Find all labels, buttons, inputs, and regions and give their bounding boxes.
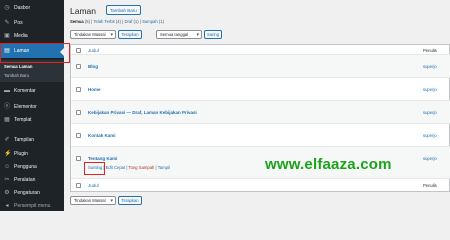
- menu-label: Pengguna: [14, 164, 37, 170]
- menu-item-media[interactable]: ▣ Media: [0, 30, 64, 42]
- pages-table: Judul Penulis Blog superjo Home superjo …: [70, 44, 450, 192]
- menu-label: Komentar: [14, 88, 36, 94]
- elementor-icon: ⓔ: [4, 104, 11, 110]
- pages-submenu: Semua Laman Tambah Baru: [0, 60, 64, 82]
- column-title-header[interactable]: Judul: [88, 48, 99, 53]
- menu-label: Media: [14, 33, 28, 39]
- plugins-icon: ⚡: [4, 151, 12, 157]
- add-new-button[interactable]: Tambah Baru: [106, 5, 141, 15]
- main-content: Laman Tambah Baru Semua (5) | Telah Terb…: [64, 0, 450, 211]
- table-footer-row: Judul Penulis: [71, 179, 450, 192]
- filter-trash[interactable]: Sampah: [142, 19, 158, 24]
- row-title-link[interactable]: Blog: [88, 64, 98, 69]
- row-title-link[interactable]: Tentang Kami: [88, 156, 117, 161]
- row-author-link[interactable]: superjo: [423, 110, 437, 115]
- table-row: Home superjo: [71, 78, 450, 101]
- filter-draft[interactable]: Draf: [124, 19, 132, 24]
- menu-item-dashboard[interactable]: ◷ Dasbor: [0, 2, 64, 14]
- filter-draft-count: (1): [133, 19, 139, 24]
- row-title-link[interactable]: Home: [88, 87, 101, 92]
- highlight-box-edit-action: [84, 162, 105, 175]
- menu-label: Persempit menu: [14, 203, 51, 209]
- appearance-icon: ✐: [4, 137, 10, 143]
- bulk-action-select-top[interactable]: Tindakan Massal: [70, 30, 116, 39]
- status-filters: Semua (5) | Telah Terbit (4) | Draf (1) …: [70, 19, 164, 24]
- watermark-text: www.elfaaza.com: [265, 156, 392, 173]
- admin-sidebar: ◷ Dasbor ✎ Pos ▣ Media ▤ Laman Semua Lam…: [0, 0, 70, 212]
- row-checkbox[interactable]: [76, 64, 81, 69]
- dashboard-icon: ◷: [4, 5, 10, 11]
- pin-icon: ✎: [4, 20, 10, 26]
- users-icon: ☺: [4, 164, 11, 170]
- menu-item-settings[interactable]: ⚙ Pengaturan: [0, 187, 64, 199]
- row-author-link[interactable]: superjo: [423, 87, 437, 92]
- table-row: Kontak Kami superjo: [71, 124, 450, 147]
- menu-item-posts[interactable]: ✎ Pos: [0, 17, 64, 29]
- row-action-trash[interactable]: Tong Sampah: [129, 165, 155, 170]
- select-all-checkbox[interactable]: [76, 47, 81, 53]
- bulk-action-select-bottom[interactable]: Tindakan Massal: [70, 196, 116, 205]
- row-action-quick-edit[interactable]: Edit Cepat: [106, 165, 126, 170]
- submenu-add-new[interactable]: Tambah Baru: [4, 73, 29, 78]
- menu-label: Pos: [14, 20, 23, 26]
- menu-label: Tampilan: [14, 137, 35, 143]
- date-filter-select[interactable]: Semua tanggal: [156, 30, 202, 39]
- menu-item-plugins[interactable]: ⚡ Plugin: [0, 148, 64, 160]
- settings-icon: ⚙: [4, 190, 10, 196]
- menu-collapse[interactable]: ◂ Persempit menu: [0, 200, 64, 212]
- filter-trash-count: (1): [158, 19, 164, 24]
- table-row: Kebijakan Privasi — Draf, Laman Kebijaka…: [71, 101, 450, 124]
- row-author-link[interactable]: superjo: [423, 64, 437, 69]
- row-checkbox[interactable]: [76, 156, 81, 161]
- row-author-link[interactable]: superjo: [423, 133, 437, 138]
- table-row: Tentang Kami superjo Sunting | Edit Cepa…: [71, 147, 450, 179]
- menu-item-elementor[interactable]: ⓔ Elementor: [0, 101, 64, 113]
- row-checkbox[interactable]: [76, 110, 81, 115]
- menu-item-templates[interactable]: ▦ Templat: [0, 114, 64, 126]
- menu-item-users[interactable]: ☺ Pengguna: [0, 161, 64, 173]
- menu-label: Templat: [14, 117, 32, 123]
- comments-icon: ▬: [4, 88, 10, 94]
- select-all-checkbox-bottom[interactable]: [76, 183, 81, 188]
- menu-label: Elementor: [14, 104, 37, 110]
- page-title: Laman: [70, 6, 96, 16]
- filter-published[interactable]: Telah Terbit: [93, 19, 114, 24]
- collapse-icon: ◂: [5, 203, 9, 209]
- submenu-all-pages[interactable]: Semua Laman: [4, 64, 32, 69]
- menu-label: Pengaturan: [14, 190, 40, 196]
- menu-label: Dasbor: [14, 5, 31, 11]
- row-checkbox[interactable]: [76, 87, 81, 92]
- column-author-footer: Penulis: [423, 183, 437, 188]
- row-author-link[interactable]: superjo: [423, 156, 437, 161]
- filter-button[interactable]: Saring: [204, 30, 222, 39]
- filter-all[interactable]: Semua: [70, 19, 84, 24]
- highlight-box-pages-menu: [0, 43, 70, 63]
- tools-icon: ✂: [4, 177, 10, 183]
- table-row: Blog superjo: [71, 55, 450, 78]
- apply-button-bottom[interactable]: Terapkan: [118, 196, 142, 205]
- row-checkbox[interactable]: [76, 133, 81, 138]
- table-header-row: Judul Penulis: [71, 45, 450, 55]
- filter-published-count: (4): [115, 19, 122, 24]
- menu-label: Plugin: [14, 151, 28, 157]
- filter-all-count: (5): [84, 19, 91, 24]
- templates-icon: ▦: [4, 117, 10, 123]
- column-author-header: Penulis: [423, 48, 437, 53]
- row-action-view[interactable]: Tampil: [158, 165, 170, 170]
- apply-button-top[interactable]: Terapkan: [118, 30, 142, 39]
- menu-item-comments[interactable]: ▬ Komentar: [0, 85, 64, 97]
- menu-item-appearance[interactable]: ✐ Tampilan: [0, 134, 64, 146]
- row-title-link[interactable]: Kontak Kami: [88, 133, 116, 138]
- menu-label: Peralatan: [14, 177, 36, 183]
- media-icon: ▣: [4, 33, 10, 39]
- column-title-footer[interactable]: Judul: [88, 183, 99, 188]
- row-title-link[interactable]: Kebijakan Privasi — Draf, Laman Kebijaka…: [88, 110, 197, 115]
- menu-item-tools[interactable]: ✂ Peralatan: [0, 174, 64, 186]
